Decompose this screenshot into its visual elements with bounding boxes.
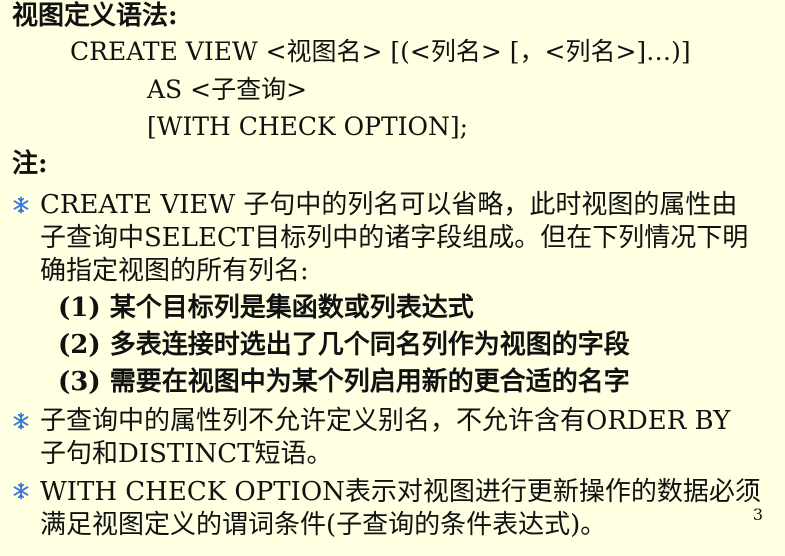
sub-item-1: (1) 某个目标列是集函数或列表达式 [58,293,474,323]
syntax-heading: 视图定义语法: [12,1,178,31]
syntax-line-as-subquery: AS <子查询> [147,75,308,104]
note-label: 注: [12,149,48,179]
sub-item-3: (3) 需要在视图中为某个列启用新的更合适的名字 [58,367,630,397]
bullet-1-line-2: 子查询中SELECT目标列中的诸字段组成。但在下列情况下明 [40,223,749,253]
bullet-3-line-2: 满足视图定义的谓词条件(子查询的条件表达式)。 [40,510,607,540]
snowflake-bullet-icon [13,412,29,430]
slide: 视图定义语法: CREATE VIEW <视图名> [(<列名> [，<列名>]… [0,0,785,556]
page-number: 3 [752,505,763,524]
bullet-3-line-1: WITH CHECK OPTION表示对视图进行更新操作的数据必须 [40,477,761,507]
bullet-2-line-1: 子查询中的属性列不允许定义别名，不允许含有ORDER BY [40,406,731,436]
syntax-line-create-view: CREATE VIEW <视图名> [(<列名> [，<列名>]…)] [70,37,691,66]
sub-item-2: (2) 多表连接时选出了几个同名列作为视图的字段 [58,330,630,360]
snowflake-bullet-icon [13,196,29,214]
bullet-2-line-2: 子句和DISTINCT短语。 [40,439,333,469]
bullet-1-line-1: CREATE VIEW 子句中的列名可以省略，此时视图的属性由 [40,190,738,220]
snowflake-bullet-icon [13,482,29,500]
bullet-1-line-3: 确指定视图的所有列名: [40,256,309,286]
syntax-line-with-check-option: [WITH CHECK OPTION]; [147,112,469,141]
